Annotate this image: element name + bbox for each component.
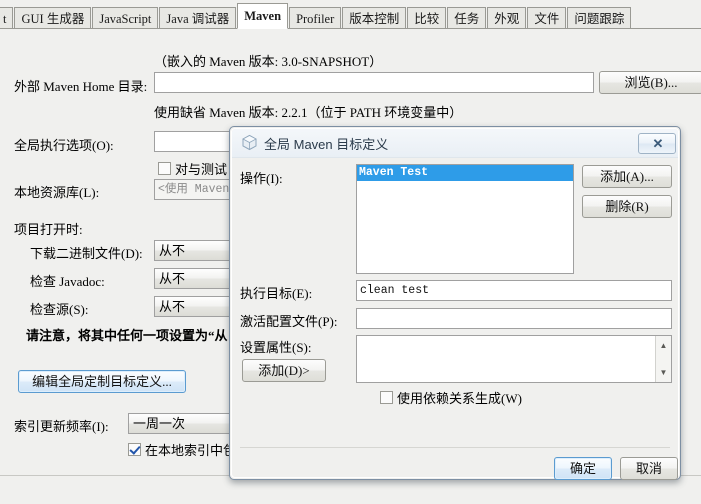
skip-tests-checkbox-label: 对与测试 xyxy=(175,162,228,177)
tab-gui[interactable]: GUI 生成器 xyxy=(14,7,92,29)
dialog-body: 操作(I): Maven Test 添加(A)... 删除(R) 执行目标(E)… xyxy=(232,157,678,480)
scroll-down-icon[interactable]: ▼ xyxy=(656,365,671,380)
set-properties-textarea[interactable]: ▲ ▼ xyxy=(356,335,672,383)
active-profiles-label: 激活配置文件(P): xyxy=(240,314,338,329)
check-javadoc-label: 检查 Javadoc: xyxy=(30,274,105,289)
tab-[interactable]: 版本控制 xyxy=(342,7,407,29)
skip-tests-checkbox-box[interactable] xyxy=(158,162,171,175)
global-maven-goal-definitions-dialog: 全局 Maven 目标定义 ✕ 操作(I): Maven Test 添加(A).… xyxy=(229,126,681,480)
tab-profiler[interactable]: Profiler xyxy=(289,7,342,29)
tab-[interactable]: 问题跟踪 xyxy=(567,7,632,29)
download-binaries-label: 下载二进制文件(D): xyxy=(30,246,143,261)
use-dependencies-checkbox-label: 使用依赖关系生成(W) xyxy=(397,391,522,406)
cancel-button[interactable]: 取消 xyxy=(620,457,678,480)
index-update-frequency-label: 索引更新频率(I): xyxy=(14,419,109,434)
set-properties-scrollbar[interactable]: ▲ ▼ xyxy=(655,336,671,382)
edit-global-custom-goals-button[interactable]: 编辑全局定制目标定义... xyxy=(18,370,186,393)
local-repository-label: 本地资源库(L): xyxy=(14,185,100,200)
application-window: t GUI 生成器 JavaScript Java 调试器 Maven Profiler 版… xyxy=(0,0,701,504)
ok-button[interactable]: 确定 xyxy=(554,457,612,480)
tab-list: t GUI 生成器 JavaScript Java 调试器 Maven Profiler 版… xyxy=(0,3,632,29)
options-tab-strip: t GUI 生成器 JavaScript Java 调试器 Maven Profiler 版… xyxy=(0,0,701,29)
tab-[interactable]: 任务 xyxy=(447,7,487,29)
scroll-up-icon[interactable]: ▲ xyxy=(656,338,671,353)
use-dependencies-checkbox[interactable]: 使用依赖关系生成(W) xyxy=(380,388,522,407)
add-action-button[interactable]: 添加(A)... xyxy=(582,165,672,188)
cube-icon xyxy=(241,134,258,151)
default-maven-version-note: 使用缺省 Maven 版本: 2.2.1（位于 PATH 环境变量中） xyxy=(154,105,463,120)
use-dependencies-checkbox-box[interactable] xyxy=(380,391,393,404)
actions-listbox[interactable]: Maven Test xyxy=(356,164,574,274)
skip-tests-checkbox[interactable]: 对与测试 xyxy=(158,159,227,178)
tab-[interactable]: 外观 xyxy=(487,7,527,29)
close-icon[interactable]: ✕ xyxy=(638,133,676,154)
actions-label: 操作(I): xyxy=(240,171,283,186)
browse-button[interactable]: 浏览(B)... xyxy=(599,71,701,94)
active-profiles-input[interactable] xyxy=(356,308,672,329)
external-maven-home-input[interactable] xyxy=(154,72,594,93)
embedded-maven-version-note: （嵌入的 Maven 版本: 3.0-SNAPSHOT） xyxy=(154,54,383,69)
dialog-title: 全局 Maven 目标定义 xyxy=(264,137,389,152)
external-maven-home-label: 外部 Maven Home 目录: xyxy=(14,79,148,94)
tab-[interactable]: 文件 xyxy=(527,7,567,29)
tab-java[interactable]: Java 调试器 xyxy=(159,7,237,29)
project-open-section-label: 项目打开时: xyxy=(14,222,83,237)
never-setting-warning-note: 请注意，将其中任何一项设置为“从 xyxy=(26,328,228,343)
tab-t[interactable]: t xyxy=(0,7,14,29)
dialog-footer-divider xyxy=(240,447,670,448)
include-local-index-checkbox-box[interactable] xyxy=(128,443,141,456)
include-local-index-checkbox-label: 在本地索引中包 xyxy=(145,443,237,458)
dialog-title-bar[interactable]: 全局 Maven 目标定义 ✕ xyxy=(232,129,678,158)
check-sources-label: 检查源(S): xyxy=(30,302,89,317)
execution-goals-label: 执行目标(E): xyxy=(240,286,313,301)
delete-action-button[interactable]: 删除(R) xyxy=(582,195,672,218)
include-local-index-checkbox[interactable]: 在本地索引中包 xyxy=(128,440,236,459)
tab-maven[interactable]: Maven xyxy=(237,3,289,29)
add-property-button[interactable]: 添加(D)> xyxy=(242,359,326,382)
set-properties-label: 设置属性(S): xyxy=(240,340,312,355)
global-execution-options-label: 全局执行选项(O): xyxy=(14,138,114,153)
tab-[interactable]: 比较 xyxy=(407,7,447,29)
tab-javascript[interactable]: JavaScript xyxy=(92,7,159,29)
execution-goals-input[interactable]: clean test xyxy=(356,280,672,301)
close-icon-glyph: ✕ xyxy=(652,136,664,151)
list-item[interactable]: Maven Test xyxy=(357,165,573,181)
